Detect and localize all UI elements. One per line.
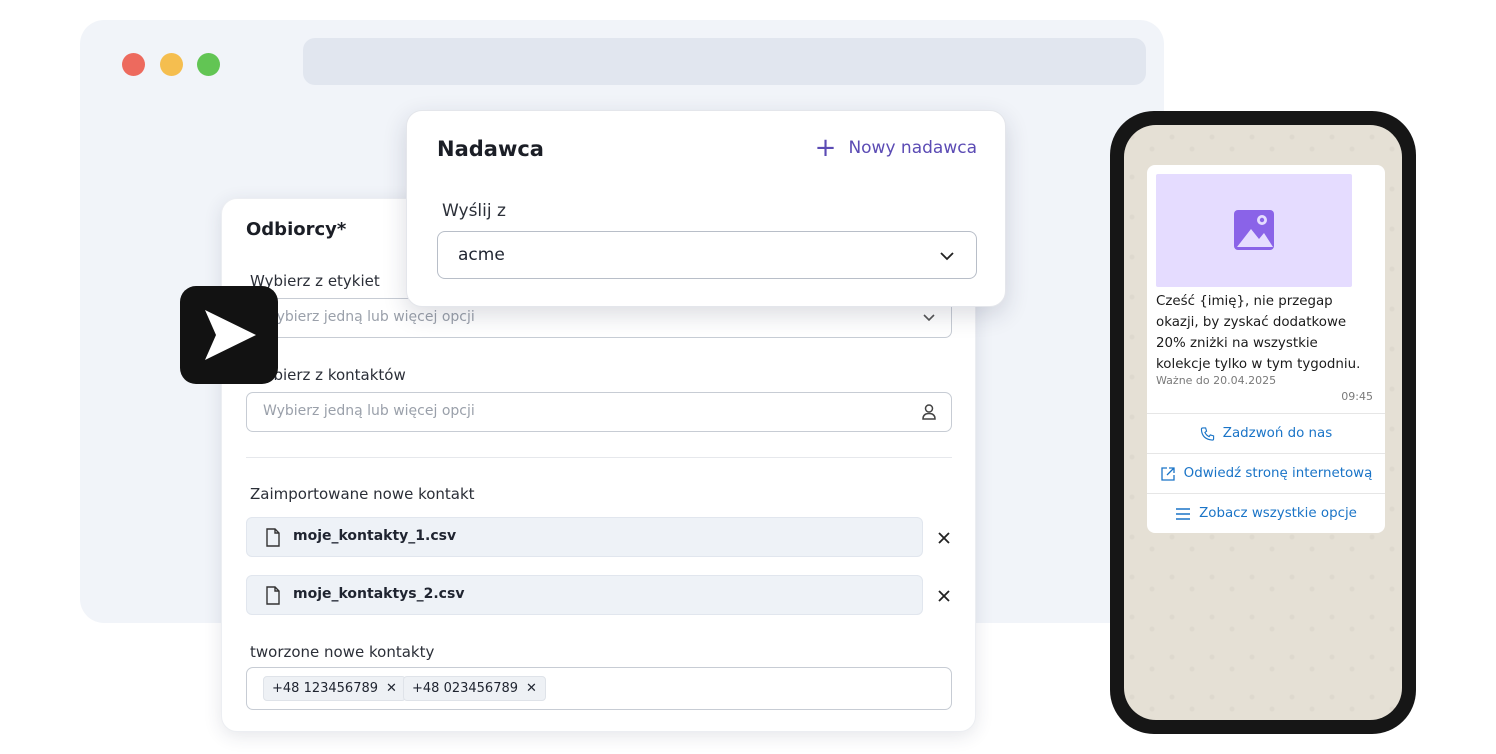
remove-file-1-button[interactable]	[935, 529, 953, 547]
imported-label: Zaimportowane nowe kontakt	[250, 485, 475, 503]
message-bubble: Cześć {imię}, nie przegap okazji, by zys…	[1147, 165, 1385, 533]
chevron-down-icon	[938, 248, 956, 268]
message-valid-until: Ważne do 20.04.2025	[1156, 374, 1277, 387]
new-sender-label: Nowy nadawca	[848, 138, 977, 158]
close-icon[interactable]: ✕	[526, 681, 537, 696]
send-icon	[205, 310, 256, 360]
phone-chip: +48 023456789 ✕	[403, 676, 546, 701]
file-name: moje_kontakty_1.csv	[293, 528, 457, 544]
close-icon	[938, 590, 950, 602]
file-icon	[265, 586, 281, 609]
visit-website-label: Odwiedź stronę internetową	[1183, 466, 1373, 481]
window-minimize-dot[interactable]	[160, 53, 183, 76]
visit-website-button[interactable]: Odwiedź stronę internetową	[1147, 453, 1385, 493]
contacts-placeholder: Wybierz jedną lub więcej opcji	[263, 403, 475, 419]
see-all-options-label: Zobacz wszystkie opcje	[1199, 506, 1357, 521]
phone-screen: Cześć {imię}, nie przegap okazji, by zys…	[1124, 125, 1402, 720]
created-label: tworzone nowe kontakty	[250, 643, 435, 661]
file-row: moje_kontakty_1.csv	[246, 517, 923, 557]
app-logo	[180, 286, 278, 384]
chevron-down-icon	[921, 309, 937, 329]
file-name: moje_kontaktys_2.csv	[293, 586, 465, 602]
sender-select-value: acme	[458, 245, 505, 265]
recipients-title: Odbiorcy*	[246, 219, 347, 240]
message-time: 09:45	[1341, 390, 1373, 403]
address-bar[interactable]	[303, 38, 1146, 85]
menu-icon	[1176, 507, 1191, 520]
external-link-icon	[1161, 466, 1175, 481]
file-icon	[265, 528, 281, 551]
plus-icon: +	[814, 133, 837, 163]
phone-icon	[1200, 426, 1214, 441]
file-row: moje_kontaktys_2.csv	[246, 575, 923, 615]
section-divider	[246, 457, 952, 458]
send-from-label: Wyślij z	[442, 201, 506, 221]
call-us-label: Zadzwoń do nas	[1222, 426, 1333, 441]
sender-card: Nadawca + Nowy nadawca Wyślij z acme	[406, 110, 1006, 307]
call-us-button[interactable]: Zadzwoń do nas	[1147, 413, 1385, 453]
contacts-select[interactable]: Wybierz jedną lub więcej opcji	[246, 392, 952, 432]
phone-chip: +48 123456789 ✕	[263, 676, 406, 701]
window-close-dot[interactable]	[122, 53, 145, 76]
phone-chip-label: +48 123456789	[272, 681, 379, 696]
window-maximize-dot[interactable]	[197, 53, 220, 76]
close-icon	[938, 532, 950, 544]
see-all-options-button[interactable]: Zobacz wszystkie opcje	[1147, 493, 1385, 533]
phone-numbers-input[interactable]: +48 123456789 ✕ +48 023456789 ✕	[246, 667, 952, 710]
media-placeholder	[1156, 174, 1352, 287]
phone-chip-label: +48 023456789	[412, 681, 519, 696]
close-icon[interactable]: ✕	[386, 681, 397, 696]
remove-file-2-button[interactable]	[935, 587, 953, 605]
message-text: Cześć {imię}, nie przegap okazji, by zys…	[1156, 294, 1361, 372]
new-sender-button[interactable]: + Nowy nadawca	[814, 133, 977, 163]
sender-select[interactable]: acme	[437, 231, 977, 279]
user-icon	[921, 403, 937, 425]
tags-placeholder: Wybierz jedną lub więcej opcji	[263, 309, 475, 325]
image-icon	[1234, 210, 1274, 250]
sender-title: Nadawca	[437, 137, 544, 161]
